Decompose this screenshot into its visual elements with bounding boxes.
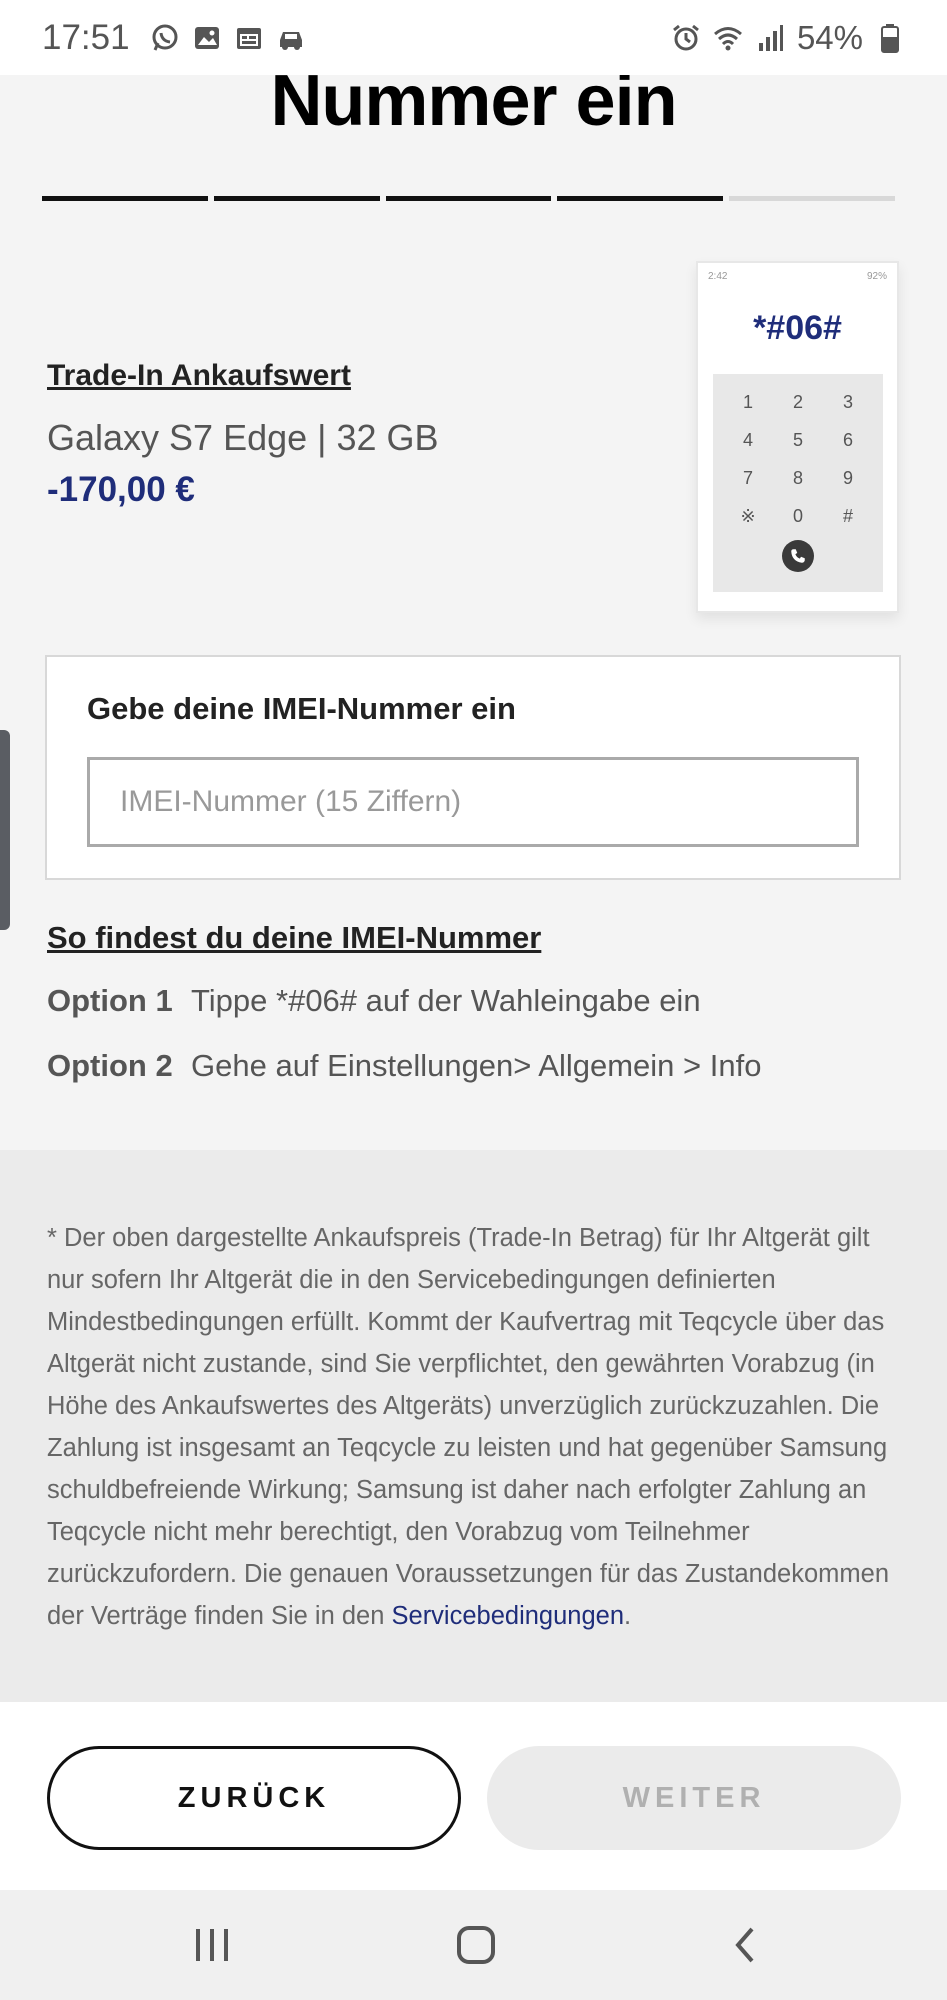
dial-code: *#06# xyxy=(753,309,842,347)
next-button[interactable]: WEITER xyxy=(487,1746,901,1850)
keypad-key: 4 xyxy=(742,430,753,450)
wifi-icon xyxy=(713,26,742,50)
keypad-key: # xyxy=(842,506,853,526)
status-bar: 17:51 54% xyxy=(0,0,947,75)
progress-step xyxy=(213,196,380,201)
whatsapp-icon xyxy=(152,24,178,51)
gallery-icon xyxy=(194,26,219,49)
call-icon xyxy=(782,540,814,572)
disclaimer-suffix: . xyxy=(624,1602,632,1630)
tradein-value: -170,00 € xyxy=(47,470,195,509)
progress-step xyxy=(385,196,552,201)
battery-percent: 54% xyxy=(796,18,863,56)
car-icon xyxy=(279,31,302,50)
disclaimer-text: * Der oben dargestellte Ankaufspreis (Tr… xyxy=(47,1217,902,1637)
home-icon[interactable] xyxy=(456,1925,496,1965)
keypad-key: 7 xyxy=(742,468,753,488)
keypad-key: 9 xyxy=(842,468,853,488)
service-terms-link[interactable]: Servicebedingungen xyxy=(392,1602,625,1630)
action-bar: ZURÜCK WEITER xyxy=(0,1702,947,1890)
progress-bar xyxy=(42,196,895,201)
imei-label: Gebe deine IMEI-Nummer ein xyxy=(87,691,516,726)
keypad-key: 5 xyxy=(792,430,803,450)
progress-step xyxy=(557,196,724,201)
option-row: Option 2 Gehe auf Einstellungen> Allgeme… xyxy=(47,1048,761,1084)
dialer-keypad: 1 2 3 4 5 6 7 8 9 ※ 0 # xyxy=(713,374,883,592)
edge-panel-handle[interactable] xyxy=(0,730,10,930)
imei-input[interactable] xyxy=(87,757,859,847)
back-button[interactable]: ZURÜCK xyxy=(47,1746,461,1850)
recent-apps-icon[interactable] xyxy=(190,1925,234,1965)
option-text: Tippe *#06# auf der Wahleingabe ein xyxy=(191,983,701,1018)
signal-icon xyxy=(758,24,783,51)
option-label: Option 2 xyxy=(47,1048,173,1083)
imei-help-link[interactable]: So findest du deine IMEI-Nummer xyxy=(47,920,541,956)
phone-time: 2:42 xyxy=(708,271,728,282)
device-name: Galaxy S7 Edge | 32 GB xyxy=(47,417,439,458)
keypad-key: 8 xyxy=(792,468,803,488)
back-icon[interactable] xyxy=(726,1925,766,1965)
option-row: Option 1 Tippe *#06# auf der Wahleingabe… xyxy=(47,983,701,1019)
main-content: Nummer ein Trade-In Ankaufswert Galaxy S… xyxy=(0,61,947,1150)
battery-icon xyxy=(881,23,899,53)
tradein-value-link[interactable]: Trade-In Ankaufswert xyxy=(47,359,351,393)
option-label: Option 1 xyxy=(47,983,173,1018)
keypad-key: 6 xyxy=(842,430,853,450)
calendar-icon xyxy=(236,27,261,49)
option-text: Gehe auf Einstellungen> Allgemein > Info xyxy=(191,1048,762,1083)
phone-battery: 92% xyxy=(866,271,887,282)
progress-step-pending xyxy=(729,196,895,201)
alarm-icon xyxy=(673,24,699,50)
status-time: 17:51 xyxy=(42,17,130,57)
disclaimer-section: * Der oben dargestellte Ankaufspreis (Tr… xyxy=(0,1150,947,1702)
imei-input-card: Gebe deine IMEI-Nummer ein xyxy=(45,655,901,880)
phone-status-bar: 2:42 92% xyxy=(708,271,887,282)
phone-dialer-illustration: 2:42 92% *#06# 1 2 3 4 5 6 7 8 9 ※ 0 # xyxy=(696,261,899,613)
progress-step xyxy=(42,196,208,201)
system-nav-bar xyxy=(0,1890,947,2000)
keypad-key: 3 xyxy=(842,392,853,412)
keypad-key: 1 xyxy=(742,392,753,412)
keypad-key: 0 xyxy=(792,506,803,526)
keypad-key: 2 xyxy=(792,392,803,412)
notification-icons xyxy=(150,23,306,53)
disclaimer-body: * Der oben dargestellte Ankaufspreis (Tr… xyxy=(47,1224,889,1630)
keypad-key: ※ xyxy=(740,506,756,526)
